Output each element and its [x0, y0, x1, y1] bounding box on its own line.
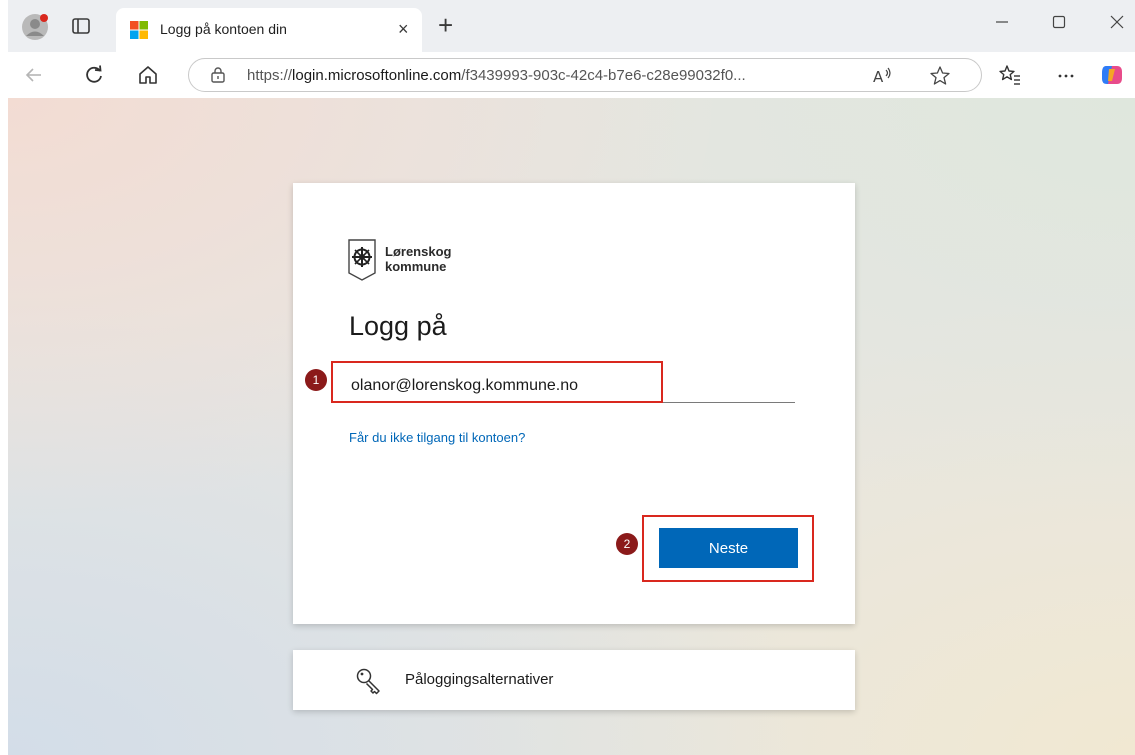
refresh-icon[interactable]	[82, 63, 106, 87]
sign-in-card: Lørenskog kommune Logg på 1 Får du ikke …	[293, 183, 855, 624]
browser-window: Logg på kontoen din × + https://login.mi…	[0, 0, 1135, 755]
tab-bar: Logg på kontoen din × +	[8, 0, 1135, 52]
url-domain: login.microsoftonline.com	[292, 67, 462, 84]
address-toolbar: https://login.microsoftonline.com/f34399…	[8, 52, 1135, 98]
new-tab-icon[interactable]: +	[438, 12, 453, 38]
home-icon[interactable]	[136, 63, 160, 87]
profile-icon[interactable]	[22, 14, 48, 40]
copilot-icon[interactable]	[1100, 63, 1124, 87]
minimize-icon[interactable]	[994, 14, 1010, 30]
active-tab[interactable]: Logg på kontoen din ×	[116, 8, 422, 52]
page-title: Logg på	[349, 311, 447, 341]
organization-name: Lørenskog kommune	[385, 244, 452, 274]
site-info-icon[interactable]	[209, 66, 227, 84]
cant-access-account-link[interactable]: Får du ikke tilgang til kontoen?	[349, 430, 525, 445]
tab-title: Logg på kontoen din	[160, 21, 287, 37]
address-bar[interactable]: https://login.microsoftonline.com/f34399…	[188, 58, 982, 92]
next-button[interactable]: Neste	[659, 528, 798, 568]
maximize-icon[interactable]	[1051, 14, 1067, 30]
email-field[interactable]	[349, 369, 795, 403]
close-window-icon[interactable]	[1109, 14, 1125, 30]
back-arrow-icon[interactable]	[22, 63, 46, 87]
favorites-icon[interactable]	[998, 63, 1022, 87]
more-options-icon[interactable]	[1054, 63, 1078, 87]
key-icon	[356, 668, 380, 695]
svg-text:A: A	[873, 68, 884, 86]
microsoft-logo-icon	[130, 21, 148, 39]
sign-in-options-label: Påloggingsalternativer	[405, 671, 554, 688]
tab-actions-icon[interactable]	[70, 15, 92, 37]
read-aloud-icon[interactable]: A	[871, 65, 893, 87]
url-text[interactable]: https://login.microsoftonline.com/f34399…	[247, 67, 746, 84]
sign-in-options-button[interactable]: Påloggingsalternativer	[293, 650, 855, 710]
lorenskog-crest-icon	[348, 239, 376, 281]
tab-close-icon[interactable]: ×	[398, 19, 409, 39]
page-background: Lørenskog kommune Logg på 1 Får du ikke …	[8, 98, 1135, 755]
step-1-badge: 1	[305, 369, 327, 391]
step-2-badge: 2	[616, 533, 638, 555]
favorite-star-icon[interactable]	[929, 65, 951, 87]
